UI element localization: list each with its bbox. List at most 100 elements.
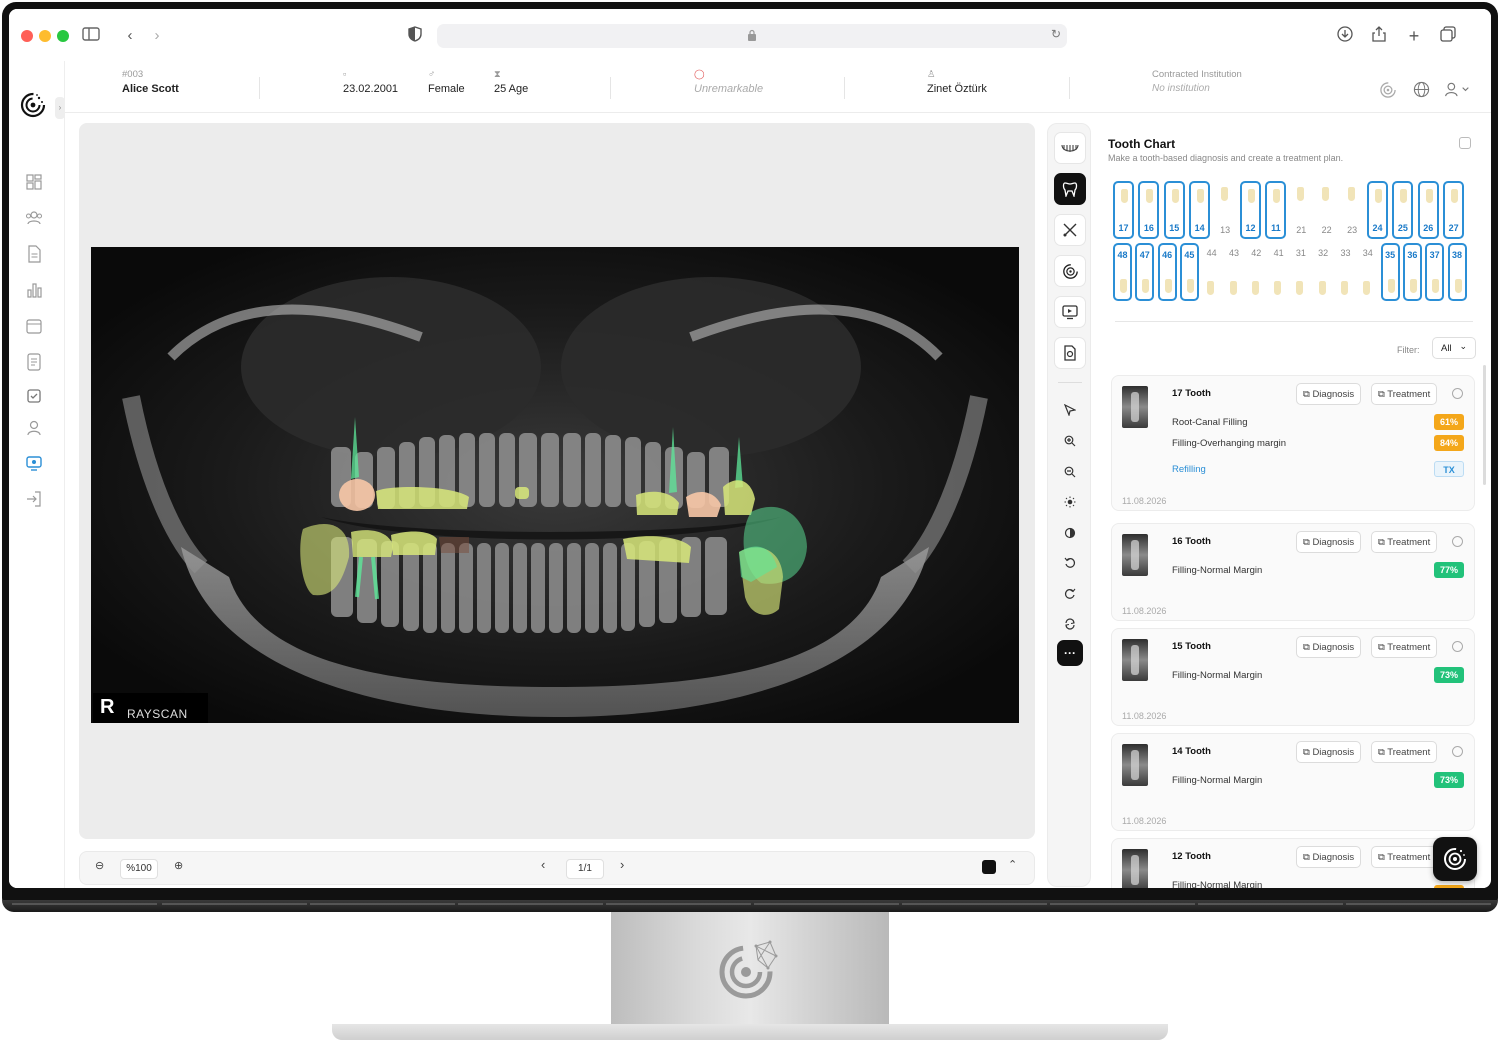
- reload-icon[interactable]: ↻: [1051, 27, 1061, 41]
- tooth-34[interactable]: 34: [1358, 243, 1377, 301]
- zoom-level[interactable]: %100: [120, 859, 158, 879]
- tooth-36[interactable]: 36: [1402, 243, 1422, 301]
- tooth-45[interactable]: 45: [1179, 243, 1199, 301]
- tooth-xray-thumbnail[interactable]: [1122, 849, 1148, 888]
- tooth-25[interactable]: 25: [1392, 181, 1414, 239]
- treatment-link[interactable]: Refilling: [1172, 464, 1206, 475]
- instruments-tool[interactable]: [1054, 214, 1086, 246]
- tooth-xray-thumbnail[interactable]: [1122, 744, 1148, 786]
- diagnosis-button[interactable]: ⧉ Diagnosis: [1296, 741, 1362, 763]
- tooth-37[interactable]: 37: [1425, 243, 1445, 301]
- tooth-32[interactable]: 32: [1314, 243, 1333, 301]
- flip-icon[interactable]: [1060, 614, 1080, 634]
- report-tool[interactable]: [1054, 337, 1086, 369]
- rotate-right-icon[interactable]: [1060, 584, 1080, 604]
- ai-assistant-button[interactable]: [1433, 837, 1477, 881]
- tooth-42[interactable]: 42: [1247, 243, 1266, 301]
- xray-viewer[interactable]: R RAYSCAN: [79, 123, 1035, 839]
- tooth-46[interactable]: 46: [1157, 243, 1177, 301]
- scrollbar[interactable]: [1483, 365, 1486, 485]
- shield-icon[interactable]: [405, 26, 425, 46]
- tooth-21[interactable]: 21: [1291, 181, 1312, 239]
- treatment-button[interactable]: ⧉ Treatment: [1371, 741, 1438, 763]
- tooth-15[interactable]: 15: [1163, 181, 1185, 239]
- tooth-38[interactable]: 38: [1447, 243, 1467, 301]
- tooth-26[interactable]: 26: [1417, 181, 1439, 239]
- zoom-window-button[interactable]: [57, 30, 69, 42]
- tooth-xray-thumbnail[interactable]: [1122, 386, 1148, 428]
- treatment-button[interactable]: ⧉ Treatment: [1371, 531, 1438, 553]
- more-tools-button[interactable]: ···: [1057, 640, 1083, 666]
- tooth-16[interactable]: 16: [1138, 181, 1160, 239]
- address-bar[interactable]: ↻: [437, 24, 1067, 48]
- brightness-icon[interactable]: [1060, 492, 1080, 512]
- tooth-23[interactable]: 23: [1342, 181, 1363, 239]
- finding-card[interactable]: 16 Tooth ⧉ Diagnosis ⧉ Treatment Filling-No…: [1111, 523, 1475, 621]
- back-icon[interactable]: ‹: [120, 26, 140, 46]
- imaging-icon[interactable]: [25, 454, 43, 472]
- profile-icon[interactable]: [25, 419, 43, 437]
- tooth-xray-thumbnail[interactable]: [1122, 639, 1148, 681]
- sidebar-collapse-button[interactable]: ›: [55, 97, 65, 119]
- comment-icon[interactable]: [1452, 536, 1463, 547]
- tooth-33[interactable]: 33: [1336, 243, 1355, 301]
- tooth-47[interactable]: 47: [1135, 243, 1155, 301]
- comment-icon[interactable]: [1452, 641, 1463, 652]
- minimize-window-button[interactable]: [39, 30, 51, 42]
- dental-arch-tool[interactable]: [1054, 132, 1086, 164]
- globe-icon[interactable]: [1413, 81, 1430, 101]
- filter-select[interactable]: All ⌄: [1432, 337, 1476, 359]
- close-window-button[interactable]: [21, 30, 33, 42]
- tooth-41[interactable]: 41: [1269, 243, 1288, 301]
- ai-toggle-icon[interactable]: [982, 860, 996, 874]
- comment-icon[interactable]: [1452, 388, 1463, 399]
- dashboard-icon[interactable]: [25, 173, 43, 191]
- tooth-44[interactable]: 44: [1202, 243, 1221, 301]
- tooth-17[interactable]: 17: [1113, 181, 1134, 239]
- analytics-icon[interactable]: [25, 281, 43, 299]
- page-indicator[interactable]: 1/1: [566, 859, 604, 879]
- rotate-left-icon[interactable]: [1060, 553, 1080, 573]
- sidebar-toggle-icon[interactable]: [81, 26, 101, 46]
- tooth-24[interactable]: 24: [1367, 181, 1388, 239]
- treatment-button[interactable]: ⧉ Treatment: [1371, 383, 1438, 405]
- zoom-in-icon[interactable]: [1060, 431, 1080, 451]
- logout-icon[interactable]: [25, 490, 43, 508]
- treatment-button[interactable]: ⧉ Treatment: [1371, 636, 1438, 658]
- tooth-31[interactable]: 31: [1291, 243, 1310, 301]
- calendar-icon[interactable]: [25, 317, 43, 335]
- new-tab-icon[interactable]: +: [1404, 26, 1424, 46]
- pointer-icon[interactable]: [1060, 400, 1080, 420]
- comment-icon[interactable]: [1452, 746, 1463, 757]
- treatment-button[interactable]: ⧉ Treatment: [1371, 846, 1438, 868]
- chevron-up-icon[interactable]: ⌃: [1008, 858, 1017, 871]
- tooth-13[interactable]: 13: [1215, 181, 1236, 239]
- zoom-out-icon[interactable]: [1060, 462, 1080, 482]
- user-menu-icon[interactable]: [1443, 81, 1471, 101]
- app-logo[interactable]: [19, 91, 47, 119]
- diagnosis-button[interactable]: ⧉ Diagnosis: [1296, 531, 1362, 553]
- finding-card[interactable]: 15 Tooth ⧉ Diagnosis ⧉ Treatment Filling-No…: [1111, 628, 1475, 726]
- share-icon[interactable]: [1369, 26, 1389, 46]
- contrast-icon[interactable]: [1060, 523, 1080, 543]
- diagnosis-button[interactable]: ⧉ Diagnosis: [1296, 636, 1362, 658]
- tooth-11[interactable]: 11: [1265, 181, 1287, 239]
- tooth-22[interactable]: 22: [1316, 181, 1337, 239]
- finding-card[interactable]: 14 Tooth ⧉ Diagnosis ⧉ Treatment Filling-No…: [1111, 733, 1475, 831]
- next-page-icon[interactable]: ›: [620, 857, 624, 872]
- ai-analysis-tool[interactable]: [1054, 255, 1086, 287]
- finding-card[interactable]: 17 Tooth ⧉ Diagnosis ⧉ Treatment Root-Canal…: [1111, 375, 1475, 511]
- ai-logo-icon[interactable]: [1379, 81, 1397, 102]
- diagnosis-button[interactable]: ⧉ Diagnosis: [1296, 846, 1362, 868]
- tooth-48[interactable]: 48: [1113, 243, 1132, 301]
- forward-icon[interactable]: ›: [147, 26, 167, 46]
- select-all-checkbox[interactable]: [1459, 137, 1471, 149]
- reports-icon[interactable]: [25, 353, 43, 371]
- documents-icon[interactable]: [25, 245, 43, 263]
- finding-card[interactable]: 12 Tooth ⧉ Diagnosis ⧉ Treatment Filling-No…: [1111, 838, 1475, 888]
- download-icon[interactable]: [1335, 26, 1355, 46]
- panoramic-xray-image[interactable]: [91, 247, 1019, 723]
- tooth-12[interactable]: 12: [1240, 181, 1261, 239]
- tabs-overview-icon[interactable]: [1438, 26, 1458, 46]
- zoom-out-icon[interactable]: ⊖: [95, 859, 104, 872]
